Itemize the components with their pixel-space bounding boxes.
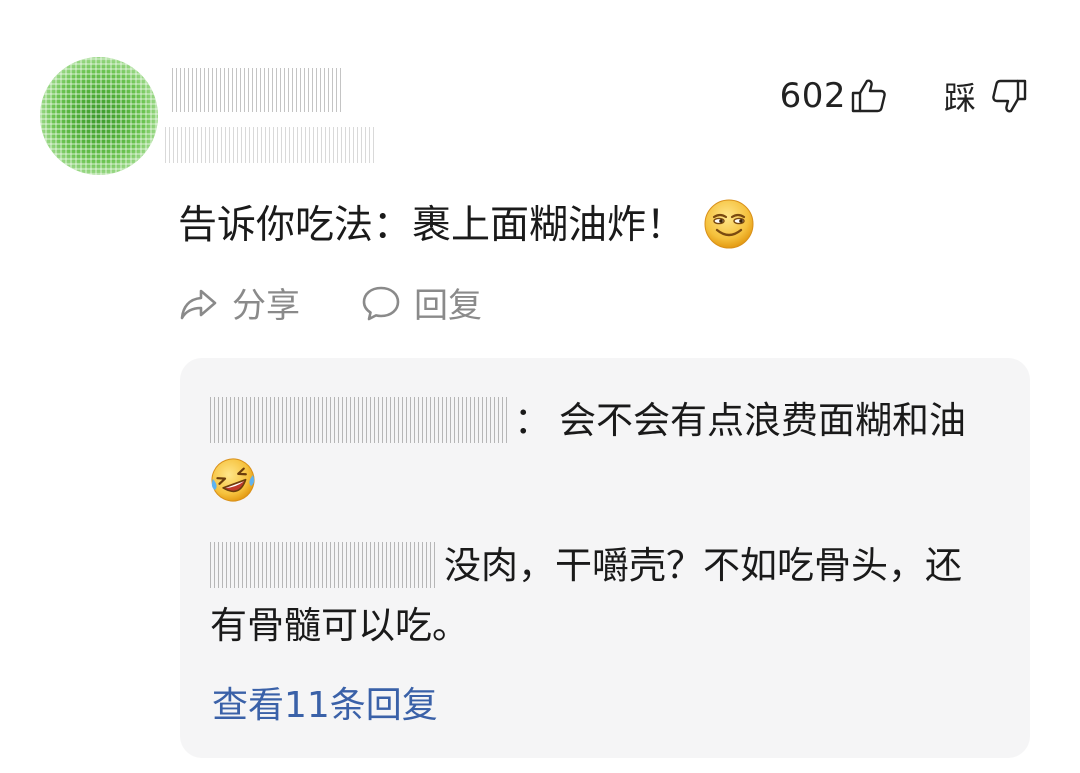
- comment-actions: 分享 回复: [178, 278, 482, 327]
- comment-text: 告诉你吃法：裹上面糊油炸！: [178, 203, 686, 248]
- smirk-emoji-icon: [703, 198, 755, 250]
- reply-label: 回复: [414, 286, 482, 326]
- reply-item[interactable]: 没肉，干嚼壳？不如吃骨头，还有骨髓可以吃。: [210, 536, 970, 656]
- thumbs-up-icon[interactable]: [848, 76, 888, 116]
- share-icon: [180, 289, 217, 319]
- thumbs-down-icon[interactable]: [990, 76, 1030, 116]
- reply-item[interactable]: ：会不会有点浪费面糊和油: [210, 391, 970, 511]
- username-redacted[interactable]: [172, 68, 342, 112]
- dislike-label: 踩: [943, 79, 976, 117]
- laugh-cry-emoji-icon: [210, 457, 256, 503]
- vote-area: 602 踩: [780, 72, 1030, 120]
- dislike-button[interactable]: 踩: [944, 73, 1030, 119]
- user-meta-redacted: [165, 127, 375, 163]
- replies-panel: ：会不会有点浪费面糊和油 没肉，干嚼壳？不如吃骨头，还有骨髓可以吃。 查看11条…: [180, 358, 1030, 758]
- reply-separator: ：: [514, 399, 551, 442]
- reply-button[interactable]: 回复: [360, 278, 482, 327]
- like-count: 602: [779, 76, 846, 116]
- reply-username-redacted[interactable]: [210, 396, 510, 443]
- avatar[interactable]: [40, 57, 158, 175]
- comment-bubble-icon: [362, 286, 400, 320]
- view-more-replies-link[interactable]: 查看11条回复: [212, 676, 438, 728]
- reply-text: 会不会有点浪费面糊和油: [559, 399, 966, 442]
- share-label: 分享: [232, 286, 300, 326]
- comment-body: 告诉你吃法：裹上面糊油炸！: [178, 198, 755, 254]
- reply-username-redacted[interactable]: [210, 541, 436, 588]
- share-button[interactable]: 分享: [178, 278, 300, 327]
